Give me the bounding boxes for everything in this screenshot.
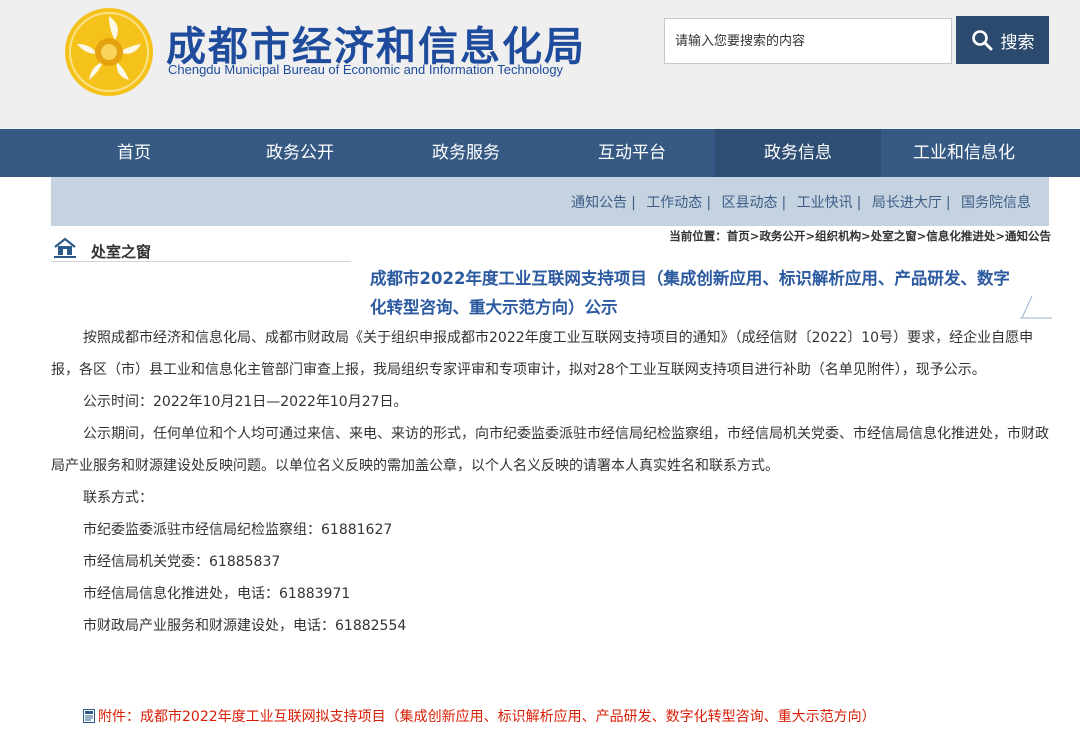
- contact-line: 市经信局机关党委：61885837: [83, 554, 281, 570]
- contacts-label: 联系方式：: [83, 490, 153, 506]
- contact-line: 市纪委监委派驻市经信局纪检监察组：61881627: [83, 522, 393, 538]
- subnav-item-notices[interactable]: 通知公告: [571, 195, 627, 211]
- article-body: 按照成都市经济和信息化局、成都市财政局《关于组织申报成都市2022年度工业互联网…: [51, 322, 1049, 642]
- attachment-link[interactable]: 附件：成都市2022年度工业互联网拟支持项目（集成创新应用、标识解析应用、产品研…: [83, 706, 876, 726]
- subnav-item-director-hall[interactable]: 局长进大厅: [872, 195, 942, 211]
- article-title: 成都市2022年度工业互联网支持项目（集成创新应用、标识解析应用、产品研发、数字…: [370, 269, 1010, 317]
- subnav-item-district-news[interactable]: 区县动态: [721, 195, 777, 211]
- section-title: 处室之窗: [91, 243, 152, 261]
- section-header: 处室之窗: [51, 236, 351, 262]
- attachment-label[interactable]: 附件：成都市2022年度工业互联网拟支持项目（集成创新应用、标识解析应用、产品研…: [98, 706, 876, 726]
- breadcrumb-label: 当前位置：: [669, 229, 727, 243]
- article-paragraph: 公示期间，任何单位和个人均可通过来信、来电、来访的形式，向市纪委监委派驻市经信局…: [51, 426, 1049, 474]
- divider-decoration: [1020, 295, 1052, 319]
- subnav-separator: |: [856, 195, 862, 211]
- subnav-item-state-council-info[interactable]: 国务院信息: [961, 195, 1031, 211]
- breadcrumb: 当前位置：首页>政务公开>组织机构>处室之窗>信息化推进处>通知公告: [669, 229, 1051, 243]
- nav-item-home[interactable]: 首页: [51, 129, 217, 177]
- main-nav: 首页 政务公开 政务服务 互动平台 政务信息 工业和信息化: [0, 129, 1080, 177]
- breadcrumb-item-it-office[interactable]: 信息化推进处: [926, 229, 995, 243]
- breadcrumb-item-home[interactable]: 首页: [727, 229, 750, 243]
- nav-item-industry-it[interactable]: 工业和信息化: [881, 129, 1047, 177]
- search-input[interactable]: [664, 18, 952, 64]
- article-paragraph: 公示时间：2022年10月21日—2022年10月27日。: [83, 394, 408, 410]
- nav-item-gov-info[interactable]: 政务信息: [715, 129, 881, 177]
- site-title-en: Chengdu Municipal Bureau of Economic and…: [168, 62, 564, 77]
- search-button[interactable]: 搜索: [956, 16, 1049, 64]
- subnav-separator: |: [631, 195, 636, 211]
- article-paragraph: 按照成都市经济和信息化局、成都市财政局《关于组织申报成都市2022年度工业互联网…: [51, 330, 1034, 378]
- sub-nav-list: 通知公告 | 工作动态 | 区县动态 | 工业快讯 | 局长进大厅 | 国务院信息: [571, 192, 1031, 212]
- subnav-separator: |: [781, 195, 787, 211]
- breadcrumb-item-organization[interactable]: 组织机构: [815, 229, 861, 243]
- sub-nav: 通知公告 | 工作动态 | 区县动态 | 工业快讯 | 局长进大厅 | 国务院信息: [51, 177, 1049, 226]
- search-icon: [971, 30, 992, 51]
- search-button-label: 搜索: [1000, 32, 1035, 53]
- breadcrumb-item-gov-public[interactable]: 政务公开: [759, 229, 805, 243]
- site-header: 成都市经济和信息化局 Chengdu Municipal Bureau of E…: [0, 0, 1080, 129]
- home-icon: [54, 237, 76, 258]
- nav-item-interaction[interactable]: 互动平台: [549, 129, 715, 177]
- contact-line: 市财政局产业服务和财源建设处，电话：61882554: [83, 618, 407, 634]
- contact-line: 市经信局信息化推进处，电话：61883971: [83, 586, 351, 602]
- breadcrumb-item-office-window[interactable]: 处室之窗: [871, 229, 917, 243]
- subnav-item-work-news[interactable]: 工作动态: [646, 195, 702, 211]
- nav-item-gov-services[interactable]: 政务服务: [383, 129, 549, 177]
- document-icon: [83, 709, 95, 723]
- subnav-separator: |: [945, 195, 951, 211]
- subnav-item-industry-flash[interactable]: 工业快讯: [797, 195, 853, 211]
- breadcrumb-item-notices[interactable]: 通知公告: [1005, 229, 1051, 243]
- subnav-separator: |: [706, 195, 712, 211]
- nav-item-gov-affairs-public[interactable]: 政务公开: [217, 129, 383, 177]
- bureau-logo-icon[interactable]: [63, 6, 155, 98]
